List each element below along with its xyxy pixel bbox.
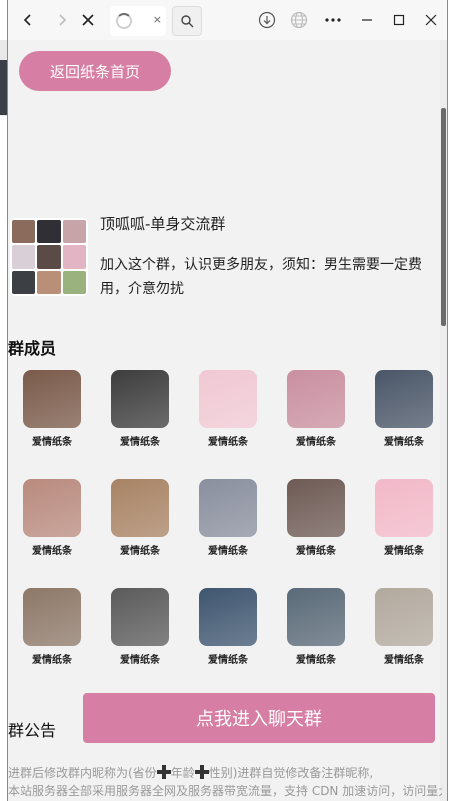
member-avatar bbox=[199, 370, 257, 428]
member-avatar bbox=[111, 588, 169, 646]
member-avatar bbox=[287, 479, 345, 537]
group-description: 加入这个群，认识更多朋友，须知：男生需要一定费用，介意勿扰 bbox=[100, 257, 422, 297]
member-name: 爱情纸条 bbox=[296, 437, 336, 448]
member-avatar bbox=[111, 479, 169, 537]
search-icon bbox=[181, 15, 194, 28]
member-item[interactable]: 爱情纸条 bbox=[360, 370, 447, 448]
back-icon[interactable] bbox=[16, 8, 40, 32]
close-icon[interactable] bbox=[76, 8, 100, 32]
member-avatar bbox=[375, 479, 433, 537]
notice-line-1-a: 进群后修改群内昵称为(省份 bbox=[8, 766, 157, 780]
download-icon[interactable] bbox=[255, 8, 279, 32]
member-item[interactable]: 爱情纸条 bbox=[184, 370, 272, 448]
back-home-button[interactable]: 返回纸条首页 bbox=[19, 51, 171, 91]
member-name: 爱情纸条 bbox=[32, 437, 72, 448]
member-avatar bbox=[287, 370, 345, 428]
member-item[interactable]: 爱情纸条 bbox=[360, 588, 447, 666]
member-name: 爱情纸条 bbox=[32, 546, 72, 557]
member-item[interactable]: 爱情纸条 bbox=[184, 588, 272, 666]
member-avatar bbox=[375, 370, 433, 428]
member-item[interactable]: 爱情纸条 bbox=[272, 479, 360, 557]
member-name: 爱情纸条 bbox=[208, 655, 248, 666]
member-item[interactable]: 爱情纸条 bbox=[8, 370, 96, 448]
member-name: 爱情纸条 bbox=[120, 437, 160, 448]
notice-line-2: 本站服务器全部采用服务器全网及服务器带宽流量，支持 CDN 加速访问，访问量大时… bbox=[8, 784, 442, 798]
member-avatar bbox=[23, 588, 81, 646]
member-name: 爱情纸条 bbox=[384, 437, 424, 448]
browser-window: × 返回纸条首页 顶呱呱-单身交流群 加入这个群，认识更多朋友，须知：男生需要一… bbox=[7, 0, 448, 801]
page-content: 返回纸条首页 顶呱呱-单身交流群 加入这个群，认识更多朋友，须知：男生需要一定费… bbox=[8, 40, 442, 801]
browser-tab[interactable]: × bbox=[110, 6, 166, 36]
member-item[interactable]: 爱情纸条 bbox=[96, 370, 184, 448]
member-item[interactable]: 爱情纸条 bbox=[360, 479, 447, 557]
group-avatar bbox=[10, 218, 88, 296]
member-name: 爱情纸条 bbox=[296, 655, 336, 666]
member-avatar bbox=[375, 588, 433, 646]
member-name: 爱情纸条 bbox=[296, 546, 336, 557]
member-item[interactable]: 爱情纸条 bbox=[96, 588, 184, 666]
window-close-icon[interactable] bbox=[419, 8, 443, 32]
forward-icon[interactable] bbox=[50, 8, 74, 32]
member-name: 爱情纸条 bbox=[384, 546, 424, 557]
member-avatar bbox=[111, 370, 169, 428]
member-name: 爱情纸条 bbox=[208, 437, 248, 448]
member-item[interactable]: 爱情纸条 bbox=[272, 370, 360, 448]
plus-icon bbox=[156, 765, 171, 779]
notice-text: 进群后修改群内昵称为(省份 年龄 性别)进群自觉修改备注群昵称, 本站服务器全部采用… bbox=[8, 764, 442, 800]
member-item[interactable]: 爱情纸条 bbox=[272, 588, 360, 666]
member-name: 爱情纸条 bbox=[32, 655, 72, 666]
tab-close-icon[interactable]: × bbox=[153, 13, 162, 26]
member-item[interactable]: 爱情纸条 bbox=[96, 479, 184, 557]
minimize-icon[interactable] bbox=[355, 8, 379, 32]
maximize-icon[interactable] bbox=[387, 8, 411, 32]
notice-line-1-c: 性别)进群自觉修改备注群昵称, bbox=[208, 766, 374, 780]
enter-chat-button[interactable]: 点我进入聊天群 bbox=[83, 693, 435, 743]
plus-icon bbox=[194, 765, 209, 779]
member-name: 爱情纸条 bbox=[120, 655, 160, 666]
notice-line-1: 进群后修改群内昵称为(省份 年龄 性别)进群自觉修改备注群昵称, bbox=[8, 764, 442, 782]
notice-title: 群公告 bbox=[8, 721, 57, 740]
globe-icon[interactable] bbox=[287, 8, 311, 32]
member-name: 爱情纸条 bbox=[120, 546, 160, 557]
member-name: 爱情纸条 bbox=[208, 546, 248, 557]
search-button[interactable] bbox=[172, 6, 202, 36]
group-name: 顶呱呱-单身交流群 bbox=[100, 215, 226, 233]
member-item[interactable]: 爱情纸条 bbox=[8, 588, 96, 666]
member-item[interactable]: 爱情纸条 bbox=[8, 479, 96, 557]
member-avatar bbox=[287, 588, 345, 646]
member-name: 爱情纸条 bbox=[384, 655, 424, 666]
member-avatar bbox=[199, 479, 257, 537]
title-bar: × bbox=[8, 0, 447, 40]
members-title: 群成员 bbox=[8, 339, 57, 358]
loading-spinner-icon bbox=[116, 13, 132, 29]
member-avatar bbox=[23, 479, 81, 537]
member-item[interactable]: 爱情纸条 bbox=[184, 479, 272, 557]
more-icon[interactable] bbox=[321, 8, 345, 32]
member-avatar bbox=[23, 370, 81, 428]
member-avatar bbox=[199, 588, 257, 646]
notice-line-1-b: 年龄 bbox=[170, 766, 195, 780]
